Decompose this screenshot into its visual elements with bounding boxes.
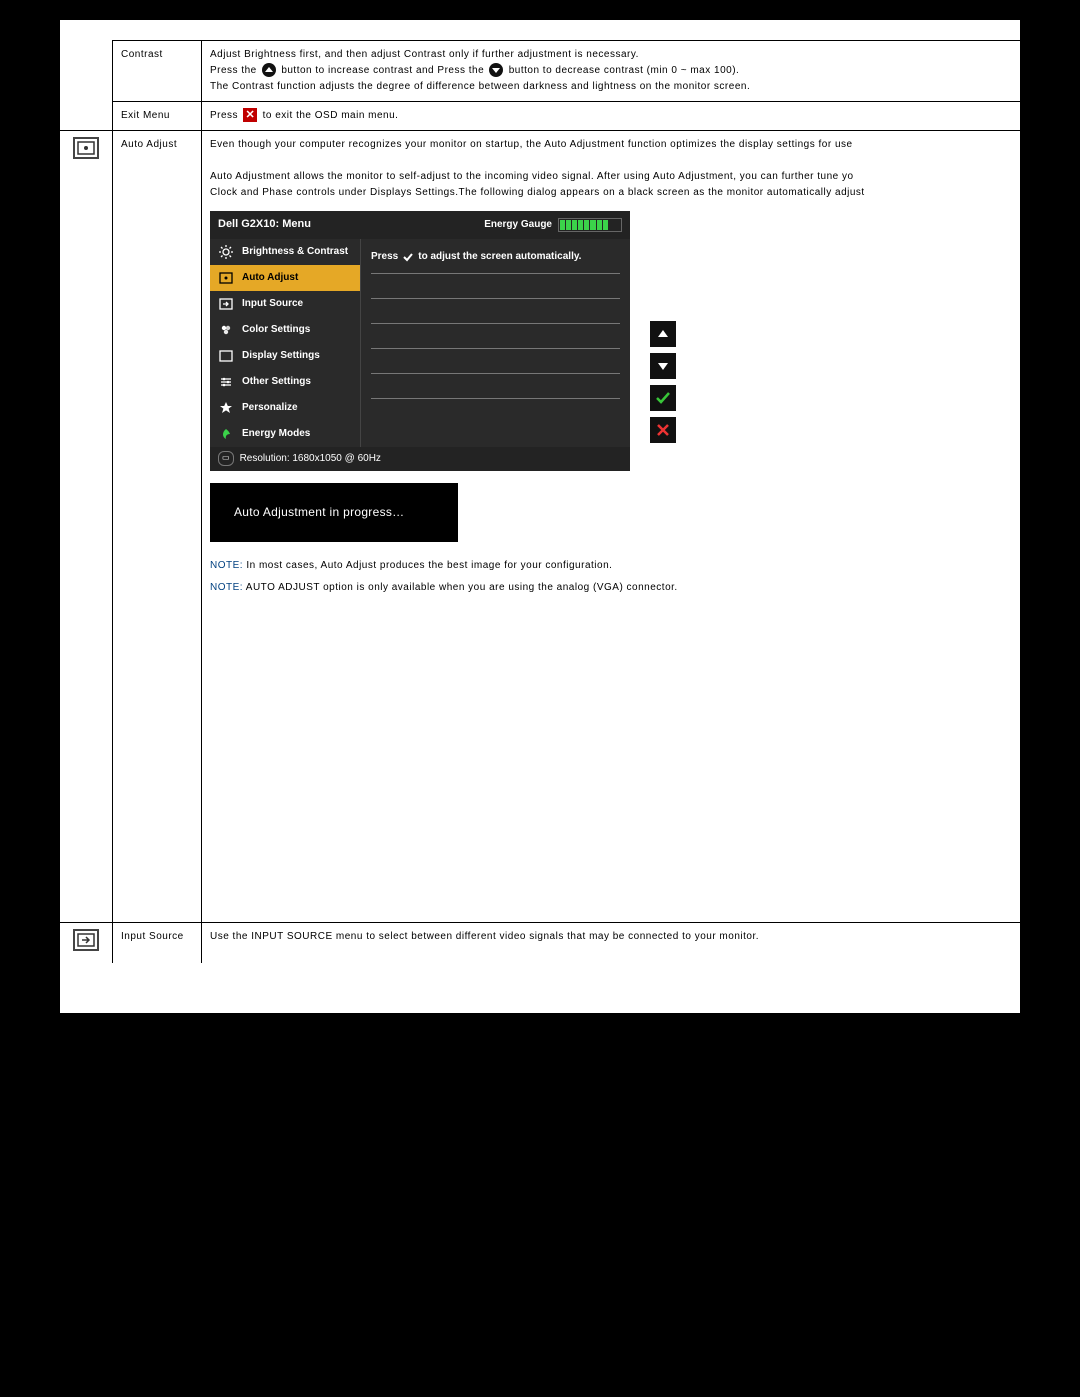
- osd-right-message: Press to adjust the screen automatically…: [371, 245, 620, 274]
- display-settings-icon: [218, 350, 234, 362]
- auto-p2: Auto Adjustment allows the monitor to se…: [210, 171, 854, 182]
- osd-item-label: Color Settings: [242, 322, 310, 338]
- input-source-row-icon: [73, 929, 99, 951]
- osd-msg-b: to adjust the screen automatically.: [418, 249, 581, 265]
- osd-menu: Dell G2X10: Menu Energy Gauge Brightness…: [210, 211, 630, 471]
- osd-right-panel: Press to adjust the screen automatically…: [361, 239, 630, 447]
- note-label: NOTE:: [210, 560, 243, 571]
- osd-item-energy-modes[interactable]: Energy Modes: [210, 421, 360, 447]
- input-source-text: Use the INPUT SOURCE menu to select betw…: [210, 931, 759, 942]
- energy-gauge-label: Energy Gauge: [484, 217, 552, 233]
- contrast-line2b: button to increase contrast and Press th…: [281, 65, 487, 76]
- contrast-line2c: button to decrease contrast (min 0 ~ max…: [509, 65, 740, 76]
- osd-footer: ▭ Resolution: 1680x1050 @ 60Hz: [210, 447, 630, 471]
- contrast-icon-cell: [60, 41, 113, 102]
- osd-doc-table: Contrast Adjust Brightness first, and th…: [60, 40, 1020, 963]
- close-icon: ✕: [243, 108, 257, 122]
- auto-p3: Clock and Phase controls under Displays …: [210, 187, 865, 198]
- color-settings-icon: [218, 323, 234, 337]
- osd-item-input-source[interactable]: Input Source: [210, 291, 360, 317]
- exit-icon-cell: [60, 102, 113, 131]
- energy-gauge: Energy Gauge: [484, 217, 622, 233]
- osd-item-label: Auto Adjust: [242, 270, 298, 286]
- energy-modes-icon: [218, 427, 234, 441]
- osd-item-color-settings[interactable]: Color Settings: [210, 317, 360, 343]
- auto-adjust-mini-icon: [218, 272, 234, 284]
- note-label: NOTE:: [210, 582, 243, 593]
- energy-gauge-bar: [558, 218, 622, 232]
- osd-item-label: Energy Modes: [242, 426, 310, 442]
- osd-resolution: Resolution: 1680x1050 @ 60Hz: [240, 451, 381, 467]
- osd-confirm-button[interactable]: [650, 385, 676, 411]
- row-contrast: Contrast Adjust Brightness first, and th…: [60, 41, 1020, 102]
- auto-adjust-icon-cell: [60, 131, 113, 923]
- input-source-label: Input Source: [113, 922, 202, 963]
- osd-item-personalize[interactable]: Personalize: [210, 395, 360, 421]
- resolution-pill-icon: ▭: [218, 451, 234, 466]
- osd-item-display-settings[interactable]: Display Settings: [210, 343, 360, 369]
- down-arrow-icon: [489, 63, 503, 77]
- auto-note-2: NOTE: AUTO ADJUST option is only availab…: [210, 580, 1012, 596]
- osd-item-label: Display Settings: [242, 348, 320, 364]
- osd-left-menu: Brightness & Contrast Auto Adjust Input …: [210, 239, 361, 447]
- osd-item-label: Brightness & Contrast: [242, 244, 348, 260]
- exit-label: Exit Menu: [113, 102, 202, 131]
- checkmark-icon: [402, 251, 414, 263]
- progress-text: Auto Adjustment in progress…: [234, 505, 404, 519]
- osd-item-label: Input Source: [242, 296, 303, 312]
- row-input-source: Input Source Use the INPUT SOURCE menu t…: [60, 922, 1020, 963]
- row-exit: Exit Menu Press ✕ to exit the OSD main m…: [60, 102, 1020, 131]
- contrast-line2a: Press the: [210, 65, 260, 76]
- exit-text-a: Press: [210, 110, 241, 121]
- auto-adjust-label: Auto Adjust: [113, 131, 202, 923]
- exit-text-b: to exit the OSD main menu.: [263, 110, 399, 121]
- note-text: AUTO ADJUST option is only available whe…: [243, 582, 678, 593]
- auto-p1: Even though your computer recognizes you…: [210, 139, 853, 150]
- brightness-icon: [218, 245, 234, 259]
- note-text: In most cases, Auto Adjust produces the …: [243, 560, 612, 571]
- page: Contrast Adjust Brightness first, and th…: [60, 20, 1020, 1013]
- contrast-desc: Adjust Brightness first, and then adjust…: [202, 41, 1021, 102]
- input-source-icon-cell: [60, 922, 113, 963]
- osd-item-other-settings[interactable]: Other Settings: [210, 369, 360, 395]
- contrast-label: Contrast: [113, 41, 202, 102]
- osd-nav-down-button[interactable]: [650, 353, 676, 379]
- contrast-line3: The Contrast function adjusts the degree…: [210, 81, 750, 92]
- exit-desc: Press ✕ to exit the OSD main menu.: [202, 102, 1021, 131]
- osd-item-brightness[interactable]: Brightness & Contrast: [210, 239, 360, 265]
- osd-item-auto-adjust[interactable]: Auto Adjust: [210, 265, 360, 291]
- up-arrow-icon: [262, 63, 276, 77]
- osd-nav-up-button[interactable]: [650, 321, 676, 347]
- input-source-icon: [218, 298, 234, 310]
- osd-cancel-button[interactable]: [650, 417, 676, 443]
- auto-adjust-desc: Even though your computer recognizes you…: [202, 131, 1021, 923]
- osd-msg-a: Press: [371, 249, 398, 265]
- auto-adjust-progress: Auto Adjustment in progress…: [210, 483, 458, 542]
- osd-item-label: Other Settings: [242, 374, 311, 390]
- other-settings-icon: [218, 376, 234, 388]
- auto-note-1: NOTE: In most cases, Auto Adjust produce…: [210, 558, 1012, 574]
- personalize-icon: [218, 401, 234, 415]
- input-source-desc: Use the INPUT SOURCE menu to select betw…: [202, 922, 1021, 963]
- auto-adjust-icon: [73, 137, 99, 159]
- contrast-line1: Adjust Brightness first, and then adjust…: [210, 49, 639, 60]
- osd-item-label: Personalize: [242, 400, 298, 416]
- row-auto-adjust: Auto Adjust Even though your computer re…: [60, 131, 1020, 923]
- osd-title: Dell G2X10: Menu: [218, 216, 311, 234]
